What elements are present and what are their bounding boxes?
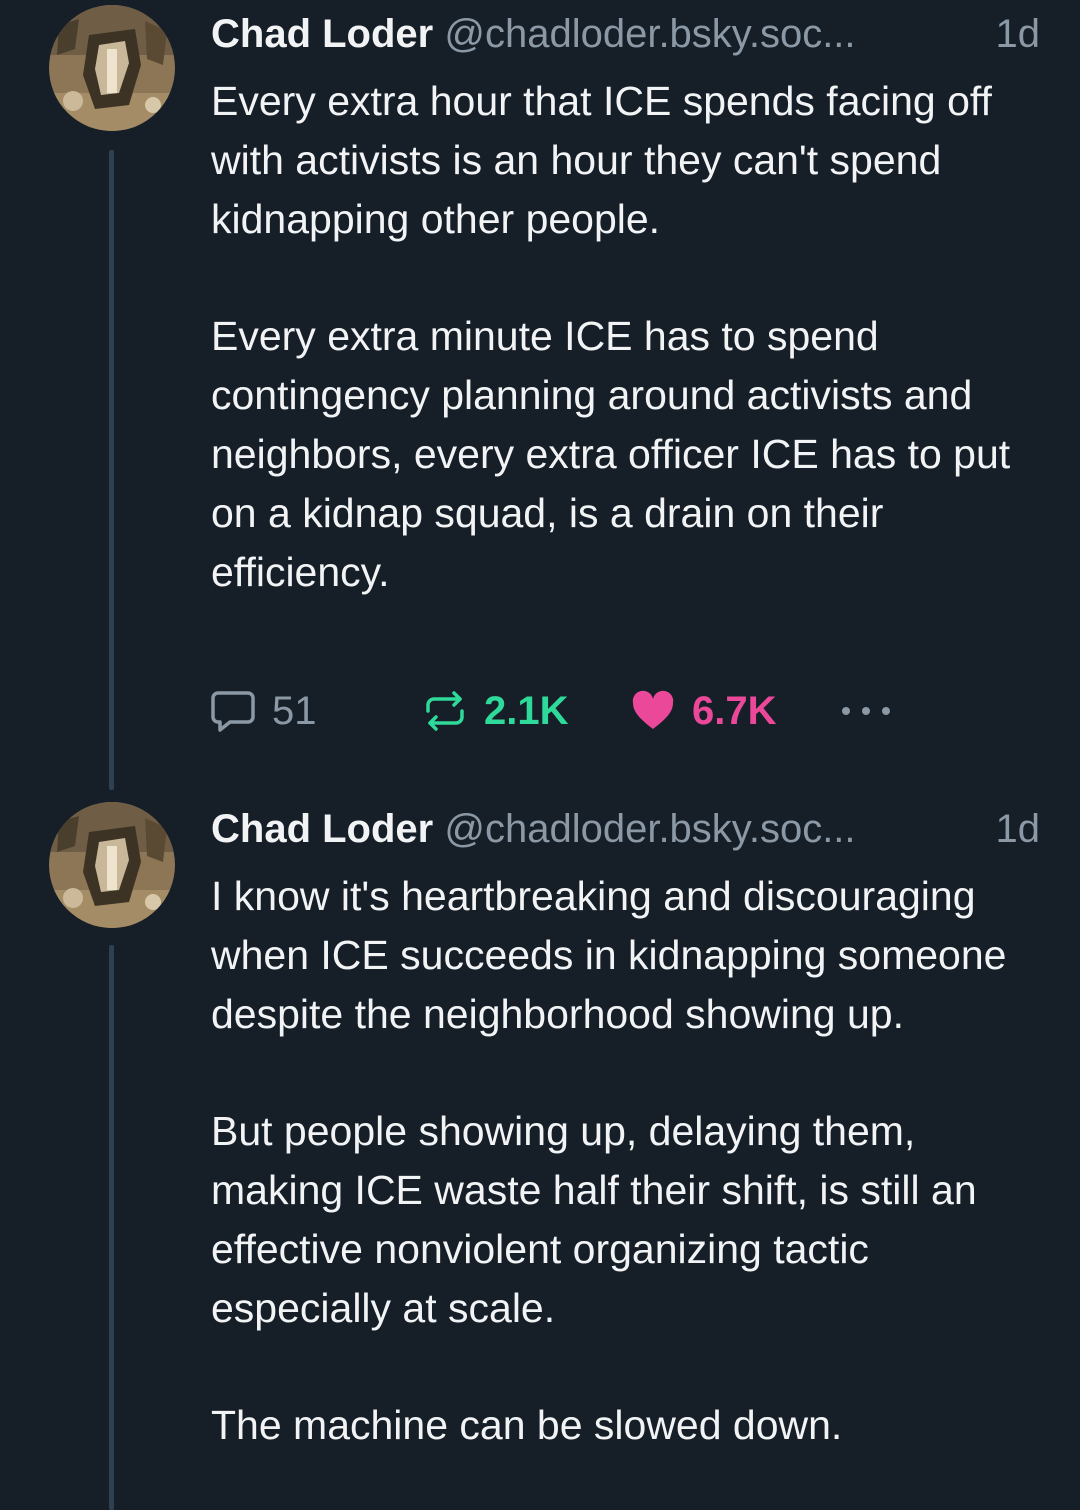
post-text: Every extra hour that ICE spends facing … [211, 72, 1051, 602]
repost-count: 2.1K [484, 688, 569, 733]
speech-bubble-icon [210, 689, 256, 733]
post-paragraph: I know it's heartbreaking and discouragi… [211, 873, 1007, 1037]
post-paragraph: Every extra minute ICE has to spend cont… [211, 313, 1011, 595]
post-paragraph: But people showing up, delaying them, ma… [211, 1108, 977, 1331]
ellipsis-icon [838, 701, 894, 721]
avatar[interactable] [49, 802, 175, 928]
repost-arrows-icon [422, 689, 468, 733]
avatar-image [49, 802, 175, 928]
reply-count: 51 [272, 688, 317, 733]
post[interactable]: Chad Loder @chadloder.bsky.soc... 1d Eve… [0, 0, 1080, 790]
timestamp[interactable]: 1d [991, 8, 1040, 60]
more-options-button[interactable] [838, 686, 894, 736]
handle[interactable]: @chadloder.bsky.soc... [444, 807, 855, 851]
post-actions: 51 2.1K 6.7K [210, 686, 910, 736]
repost-button[interactable]: 2.1K [422, 686, 569, 736]
avatar[interactable] [49, 5, 175, 131]
post-header: Chad Loder @chadloder.bsky.soc... 1d [211, 803, 1040, 855]
heart-icon [630, 689, 676, 733]
display-name[interactable]: Chad Loder [211, 807, 433, 851]
like-button[interactable]: 6.7K [630, 686, 777, 736]
reply-button[interactable]: 51 [210, 686, 317, 736]
post-paragraph: Every extra hour that ICE spends facing … [211, 78, 992, 242]
post-paragraph: The machine can be slowed down. [211, 1402, 843, 1448]
post[interactable]: Chad Loder @chadloder.bsky.soc... 1d I k… [0, 795, 1080, 1510]
like-count: 6.7K [692, 688, 777, 733]
handle[interactable]: @chadloder.bsky.soc... [444, 12, 855, 56]
timestamp[interactable]: 1d [991, 803, 1040, 855]
post-header: Chad Loder @chadloder.bsky.soc... 1d [211, 8, 1040, 60]
avatar-image [49, 5, 175, 131]
display-name[interactable]: Chad Loder [211, 12, 433, 56]
post-text: I know it's heartbreaking and discouragi… [211, 867, 1051, 1455]
